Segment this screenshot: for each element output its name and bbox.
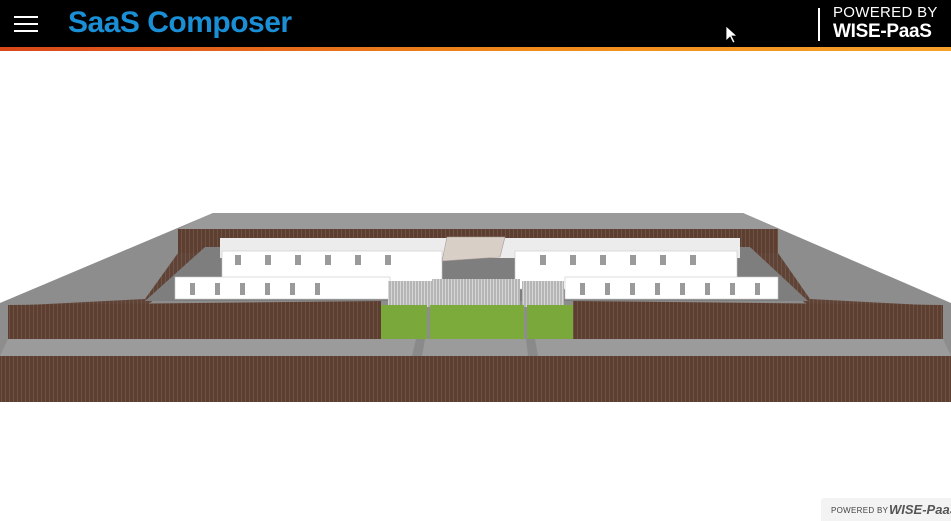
top-navigation-bar: SaaS Composer POWERED BY WISE-PaaS [0, 0, 951, 47]
glass-front-right [527, 305, 573, 339]
app-title[interactable]: SaaS Composer [68, 4, 292, 42]
powered-by-badge: POWERED BY WISE-PaaS [821, 498, 951, 521]
3d-building-floor-view[interactable] [0, 51, 951, 521]
glass-front-left [381, 305, 427, 339]
powered-by-logo: POWERED BY WISE-PaaS [833, 4, 938, 43]
badge-brand: WISE-PaaS [889, 502, 951, 517]
central-block-right [522, 281, 564, 307]
mouse-cursor-icon [726, 26, 738, 44]
front-outer-wall [0, 356, 951, 402]
glass-front-middle [430, 305, 524, 339]
front-inner-wall-right [573, 301, 943, 339]
staircase [441, 236, 506, 262]
wise-paas-brand: WISE-PaaS [833, 21, 932, 42]
powered-by-label: POWERED BY [833, 4, 938, 21]
hamburger-menu-icon[interactable] [12, 12, 40, 36]
header-divider [818, 8, 820, 41]
front-inner-wall-left [8, 301, 381, 339]
front-floor-ledge [0, 339, 951, 356]
badge-powered-by-label: POWERED BY [831, 506, 889, 515]
back-rim [178, 213, 778, 229]
central-block-left [388, 281, 432, 307]
central-block-middle [432, 279, 520, 307]
